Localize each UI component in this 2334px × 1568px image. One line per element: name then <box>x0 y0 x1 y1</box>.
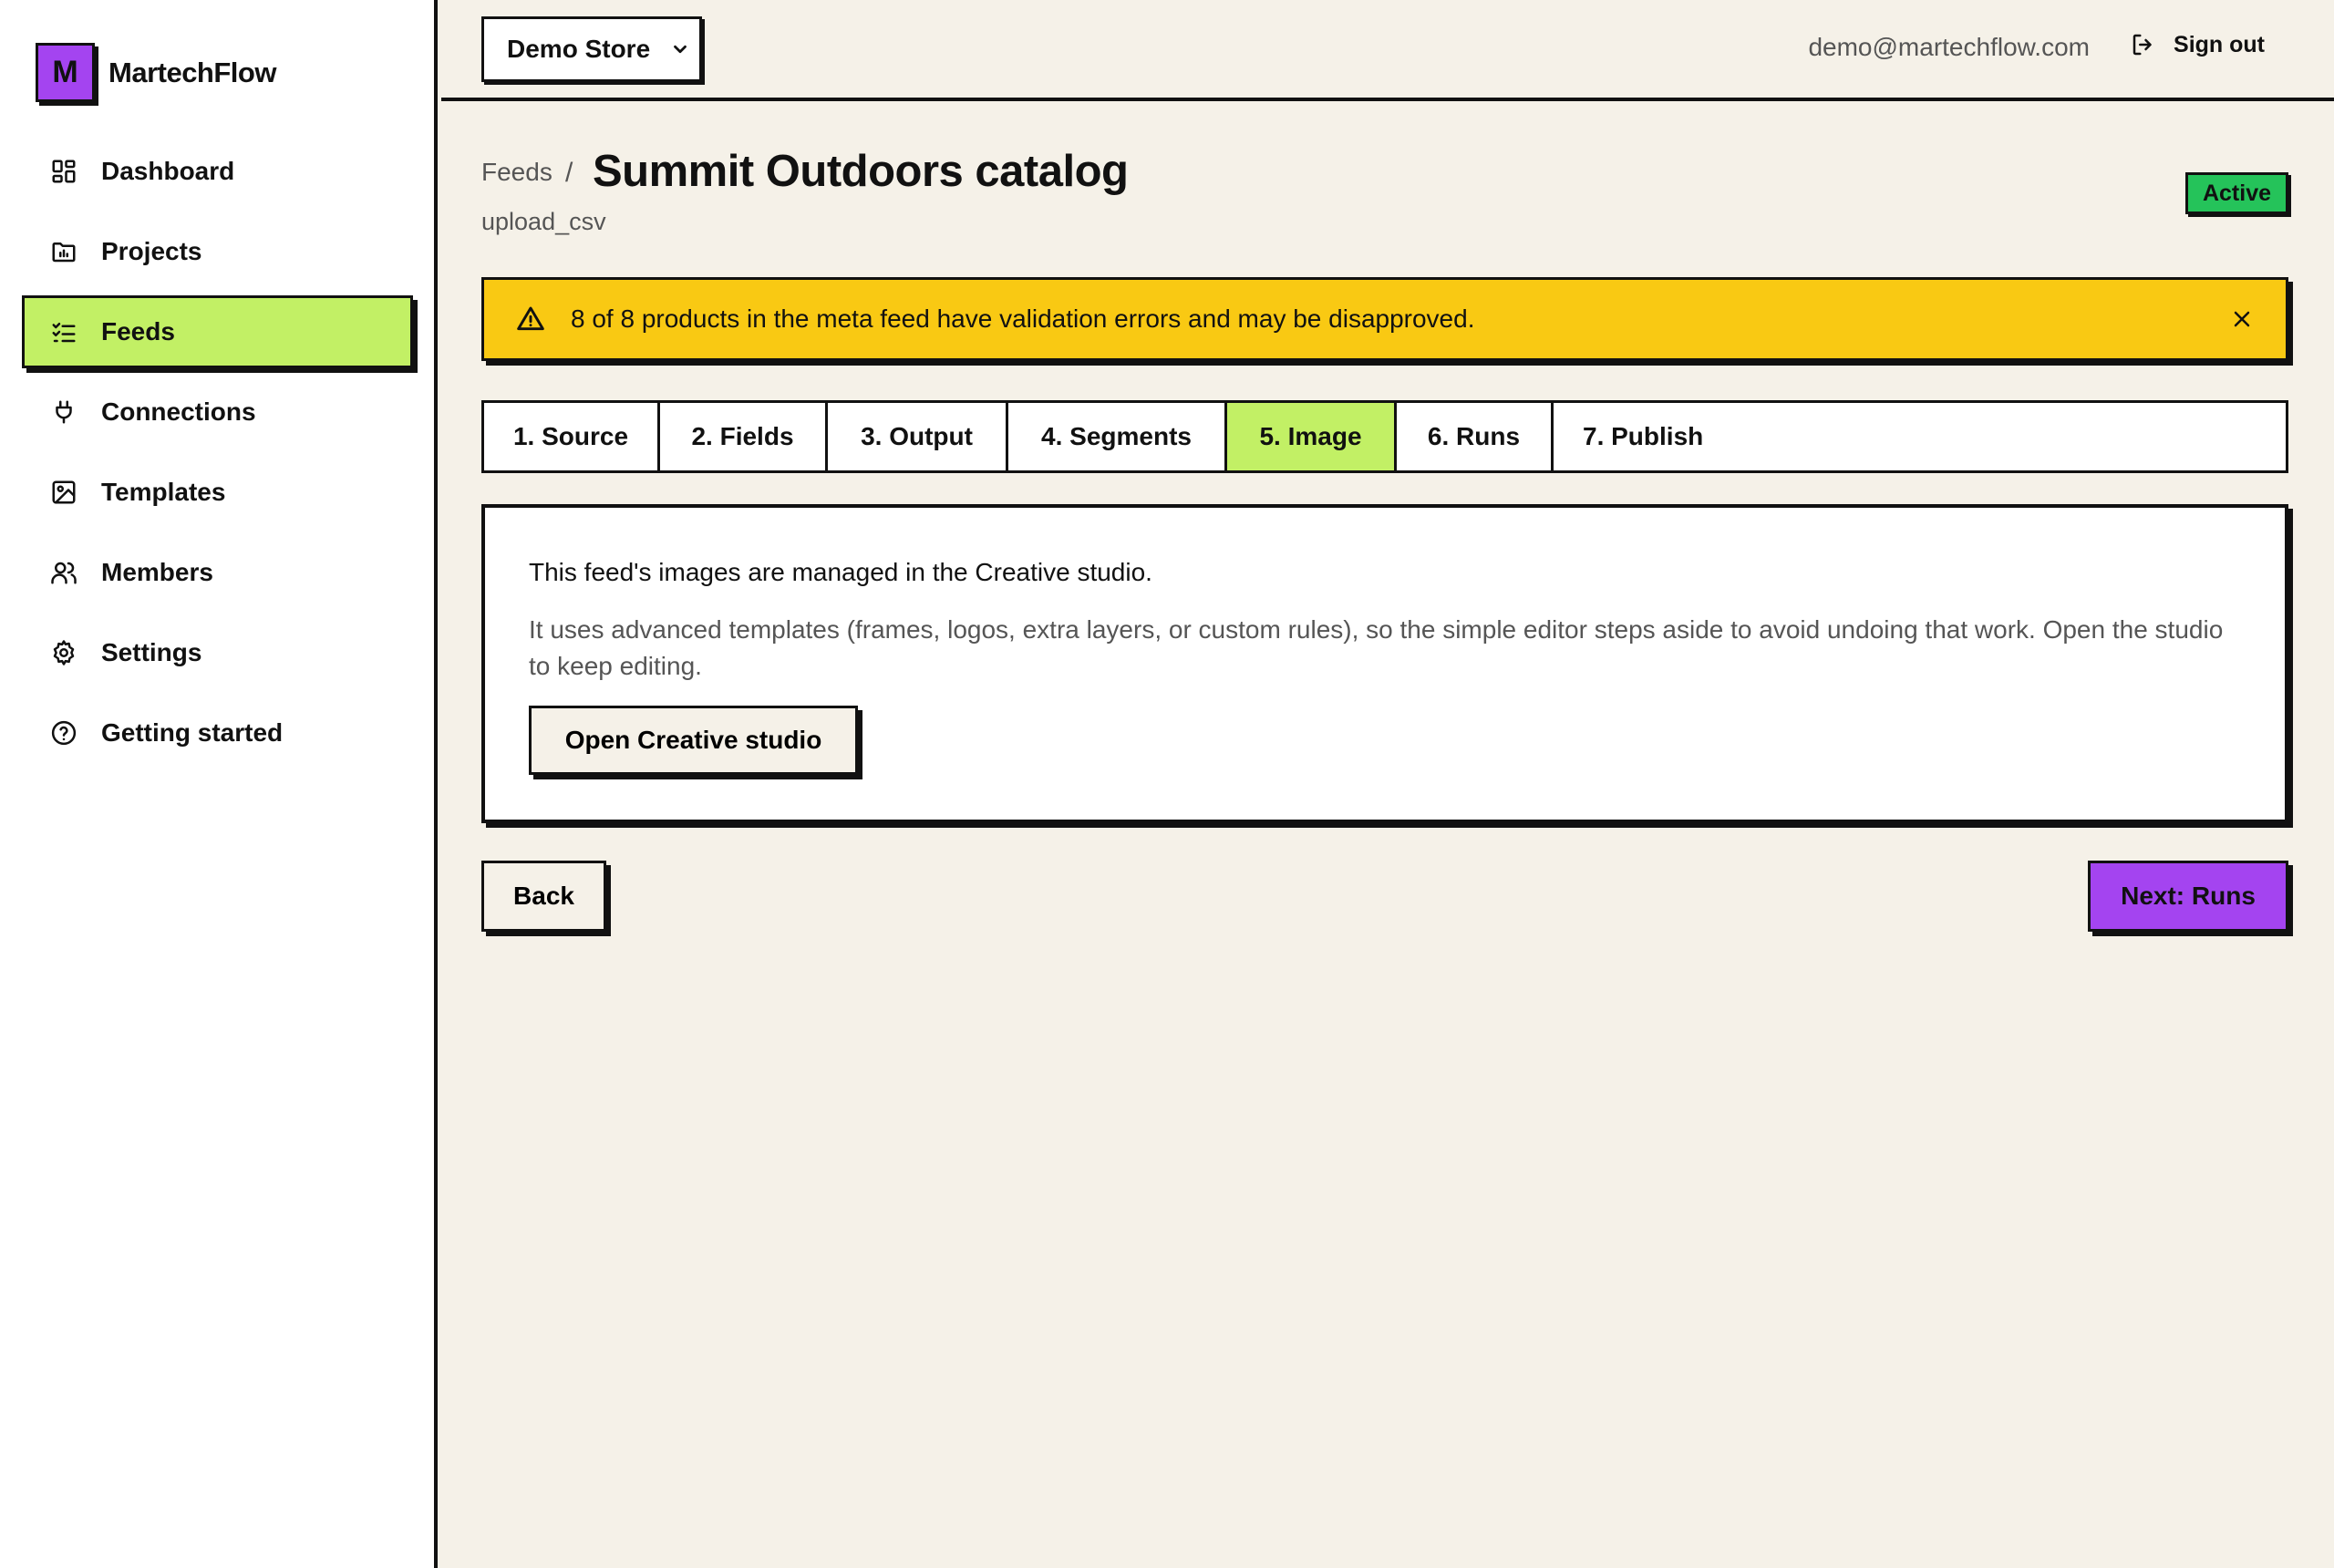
help-circle-icon <box>48 717 79 748</box>
sidebar-item-getting-started[interactable]: Getting started <box>22 696 413 769</box>
sidebar-item-label: Templates <box>101 478 226 506</box>
sidebar-item-members[interactable]: Members <box>22 536 413 609</box>
sidebar: M MartechFlow Dashboard Projects Feeds C… <box>0 0 438 1568</box>
store-select-value: Demo Store <box>507 35 651 63</box>
folder-chart-icon <box>48 236 79 267</box>
open-creative-studio-button[interactable]: Open Creative studio <box>529 706 858 775</box>
list-checks-icon <box>48 316 79 347</box>
alert-close-button[interactable] <box>2231 308 2253 330</box>
sidebar-item-label: Connections <box>101 397 256 426</box>
plug-icon <box>48 397 79 428</box>
warning-icon <box>517 306 544 331</box>
tab-segments[interactable]: 4. Segments <box>1008 403 1227 470</box>
page-subtitle: upload_csv <box>481 208 606 235</box>
sidebar-item-label: Feeds <box>101 317 175 346</box>
tab-image[interactable]: 5. Image <box>1227 403 1397 470</box>
page-title: Summit Outdoors catalog <box>593 147 1129 196</box>
sidebar-item-connections[interactable]: Connections <box>22 376 413 449</box>
image-step-card: This feed's images are managed in the Cr… <box>481 504 2288 823</box>
breadcrumb-separator: / <box>565 158 573 188</box>
sidebar-item-dashboard[interactable]: Dashboard <box>22 135 413 208</box>
tab-source[interactable]: 1. Source <box>484 403 660 470</box>
sidebar-item-feeds[interactable]: Feeds <box>22 295 413 368</box>
user-email: demo@martechflow.com <box>1808 33 2090 61</box>
validation-alert: 8 of 8 products in the meta feed have va… <box>481 277 2288 361</box>
sign-out-button[interactable]: Sign out <box>2130 31 2265 58</box>
tab-publish[interactable]: 7. Publish <box>1554 403 2286 470</box>
next-button[interactable]: Next: Runs <box>2088 861 2288 932</box>
sidebar-item-projects[interactable]: Projects <box>22 215 413 288</box>
image-icon <box>48 477 79 508</box>
store-select[interactable]: Demo Store <box>481 16 702 82</box>
back-button[interactable]: Back <box>481 861 606 932</box>
brand-name: MartechFlow <box>108 56 276 88</box>
tab-fields[interactable]: 2. Fields <box>660 403 828 470</box>
sign-out-label: Sign out <box>2174 31 2265 57</box>
brand[interactable]: M MartechFlow <box>36 43 276 102</box>
sidebar-item-label: Getting started <box>101 718 284 747</box>
tab-runs[interactable]: 6. Runs <box>1397 403 1554 470</box>
sidebar-item-settings[interactable]: Settings <box>22 616 413 689</box>
sidebar-item-label: Dashboard <box>101 157 235 185</box>
chevron-down-icon <box>674 45 687 54</box>
sidebar-item-label: Members <box>101 558 213 586</box>
log-out-icon <box>2133 34 2152 56</box>
gear-icon <box>48 637 79 668</box>
sidebar-item-templates[interactable]: Templates <box>22 456 413 529</box>
brand-logo: M <box>36 43 95 102</box>
breadcrumb-feeds[interactable]: Feeds <box>481 158 553 187</box>
dashboard-icon <box>48 156 79 187</box>
sidebar-item-label: Settings <box>101 638 202 666</box>
tab-output[interactable]: 3. Output <box>828 403 1008 470</box>
users-icon <box>48 557 79 588</box>
topbar: Demo Store demo@martechflow.com Sign out <box>441 0 2334 101</box>
wizard-tabs: 1. Source 2. Fields 3. Output 4. Segment… <box>481 400 2288 473</box>
alert-text: 8 of 8 products in the meta feed have va… <box>571 304 1475 333</box>
card-title: This feed's images are managed in the Cr… <box>529 558 1152 586</box>
close-icon <box>2234 311 2250 327</box>
card-body: It uses advanced templates (frames, logo… <box>529 615 2224 680</box>
sidebar-nav: Dashboard Projects Feeds Connections Tem… <box>22 135 413 777</box>
status-badge: Active <box>2185 172 2288 214</box>
sidebar-item-label: Projects <box>101 237 202 265</box>
